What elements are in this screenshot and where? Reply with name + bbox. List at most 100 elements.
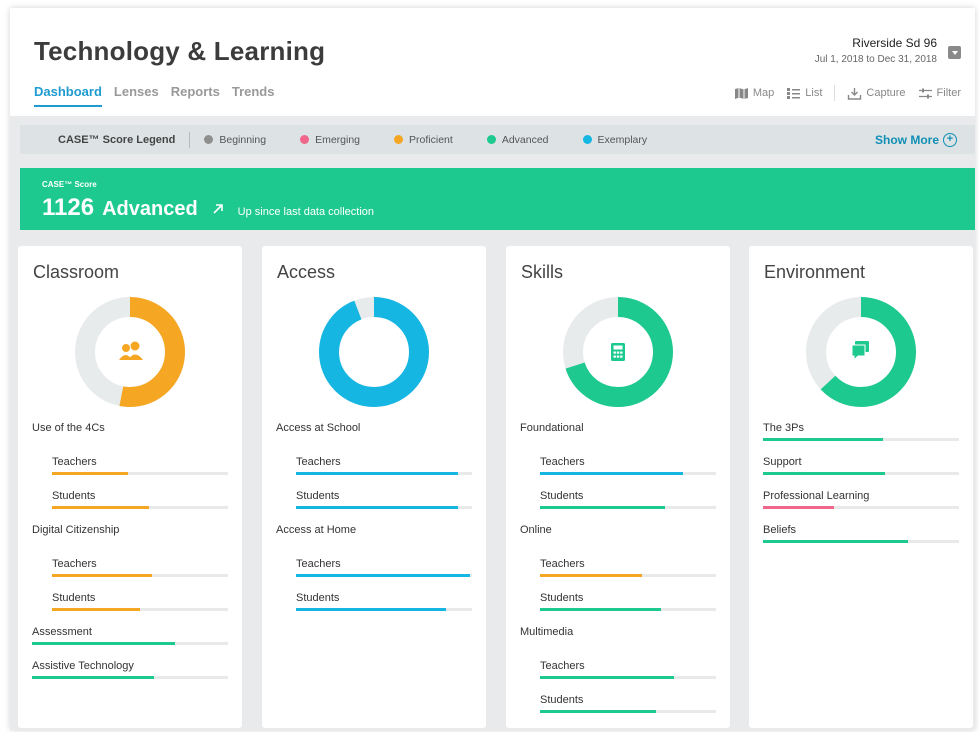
legend-label: Proficient (409, 133, 453, 146)
legend-item-beginning: Beginning (204, 134, 266, 146)
metric-row[interactable]: Beliefs (763, 524, 963, 558)
filter-button[interactable]: Filter (918, 87, 961, 100)
metric-bar-track (540, 472, 716, 475)
legend-dot (394, 135, 404, 144)
metric-bar-track (296, 608, 472, 611)
metric-row[interactable]: Teachers (520, 660, 720, 694)
metric-label: Students (540, 694, 584, 706)
metric-label: Teachers (540, 456, 585, 468)
metric-section: Foundational (520, 422, 720, 456)
metric-row[interactable]: Teachers (32, 558, 232, 592)
show-more-button[interactable]: Show More + (875, 132, 957, 147)
metric-bar-fill (763, 506, 834, 509)
metric-row[interactable]: Students (520, 592, 720, 626)
legend-item-proficient: Proficient (394, 134, 453, 146)
metric-row[interactable]: Students (520, 694, 720, 728)
metric-label: Teachers (540, 660, 585, 672)
trend-up-icon (213, 204, 223, 214)
metric-bar-fill (52, 472, 128, 475)
metric-row[interactable]: Students (32, 490, 232, 524)
section-label: Multimedia (520, 626, 574, 638)
metric-row[interactable]: Teachers (276, 456, 476, 490)
metric-row[interactable]: Assessment (32, 626, 232, 660)
metrics-list: Use of the 4Cs Teachers Students Digital Ci… (32, 422, 232, 694)
map-button[interactable]: Map (734, 87, 774, 100)
metric-label: The 3Ps (763, 422, 804, 434)
card-classroom[interactable]: Classroom Use of the 4Cs Teachers Students… (18, 246, 242, 728)
metric-bar-fill (52, 608, 140, 611)
header: Technology & Learning Riverside Sd 96 Ju… (10, 8, 975, 116)
metric-bar-track (296, 506, 472, 509)
donut-center (341, 319, 407, 385)
metric-bar-fill (296, 574, 471, 577)
metric-bar-fill (296, 472, 458, 475)
metric-row[interactable]: Students (276, 490, 476, 524)
metric-row[interactable]: Students (276, 592, 476, 626)
metrics-list: Foundational Teachers Students Online Teache… (520, 422, 720, 728)
metric-bar-track (32, 642, 228, 645)
tab-lenses[interactable]: Lenses (114, 84, 159, 107)
metric-bar-fill (540, 506, 665, 509)
card-skills[interactable]: Skills Foundational Teachers Students Onlin… (506, 246, 730, 728)
metric-section: Access at Home (276, 524, 476, 558)
metric-row[interactable]: Teachers (520, 456, 720, 490)
metric-label: Beliefs (763, 524, 797, 536)
metric-row[interactable]: Support (763, 456, 963, 490)
metric-bar-track (540, 574, 716, 577)
legend-dot (204, 135, 214, 144)
card-title: Access (277, 262, 336, 282)
metric-row[interactable]: Students (520, 490, 720, 524)
score-legend: CASE™ Score Legend Beginning Emerging Pr… (20, 125, 975, 154)
metric-row[interactable]: Teachers (276, 558, 476, 592)
metric-bar-fill (296, 608, 446, 611)
metric-label: Teachers (52, 558, 97, 570)
tab-dashboard[interactable]: Dashboard (34, 84, 102, 107)
section-label: Access at Home (276, 524, 357, 536)
tab-trends[interactable]: Trends (232, 84, 275, 107)
card-title: Environment (764, 262, 866, 282)
toolbar-divider (834, 85, 836, 101)
legend-label: Exemplary (597, 133, 648, 146)
metric-label: Teachers (52, 456, 97, 468)
list-button[interactable]: List (786, 87, 822, 100)
list-icon (787, 87, 801, 99)
donut-center (97, 319, 163, 385)
donut-segment (319, 297, 429, 407)
metric-label: Students (52, 490, 96, 502)
legend-item-emerging: Emerging (300, 134, 360, 146)
card-access[interactable]: Access Access at School Teachers Students A… (262, 246, 486, 728)
metric-label: Professional Learning (763, 490, 870, 502)
metric-label: Assistive Technology (32, 660, 134, 672)
download-icon (848, 87, 862, 100)
app-window: Technology & Learning Riverside Sd 96 Ju… (10, 8, 975, 730)
legend-label: Beginning (219, 133, 267, 146)
metric-row[interactable]: Teachers (520, 558, 720, 592)
metric-bar-track (296, 574, 472, 577)
metric-bar-track (52, 472, 228, 475)
tab-reports[interactable]: Reports (171, 84, 220, 107)
section-label: Online (520, 524, 552, 536)
district-dropdown-icon[interactable] (948, 46, 961, 59)
metric-row[interactable]: Students (32, 592, 232, 626)
calculator-icon (611, 343, 625, 361)
metric-label: Students (52, 592, 96, 604)
capture-button[interactable]: Capture (847, 87, 906, 100)
legend-item-exemplary: Exemplary (582, 133, 648, 146)
metric-bar-fill (52, 506, 149, 509)
metric-row[interactable]: Professional Learning (763, 490, 963, 524)
donut-chart (319, 297, 429, 407)
card-environment[interactable]: Environment The 3Ps Support Professional L… (749, 246, 973, 728)
metric-row[interactable]: Assistive Technology (32, 660, 232, 694)
metric-row[interactable]: Teachers (32, 456, 232, 490)
donut-chart (806, 297, 916, 407)
legend-dot (582, 135, 592, 144)
map-label: Map (752, 87, 775, 99)
legend-divider (189, 131, 191, 148)
metric-label: Teachers (296, 558, 341, 570)
metric-bar-fill (763, 438, 883, 441)
metric-row[interactable]: The 3Ps (763, 422, 963, 456)
district-selector[interactable]: Riverside Sd 96 Jul 1, 2018 to Dec 31, 2… (815, 36, 937, 65)
metric-bar-fill (296, 506, 458, 509)
metric-bar-track (540, 710, 716, 713)
filter-icon (918, 88, 932, 98)
